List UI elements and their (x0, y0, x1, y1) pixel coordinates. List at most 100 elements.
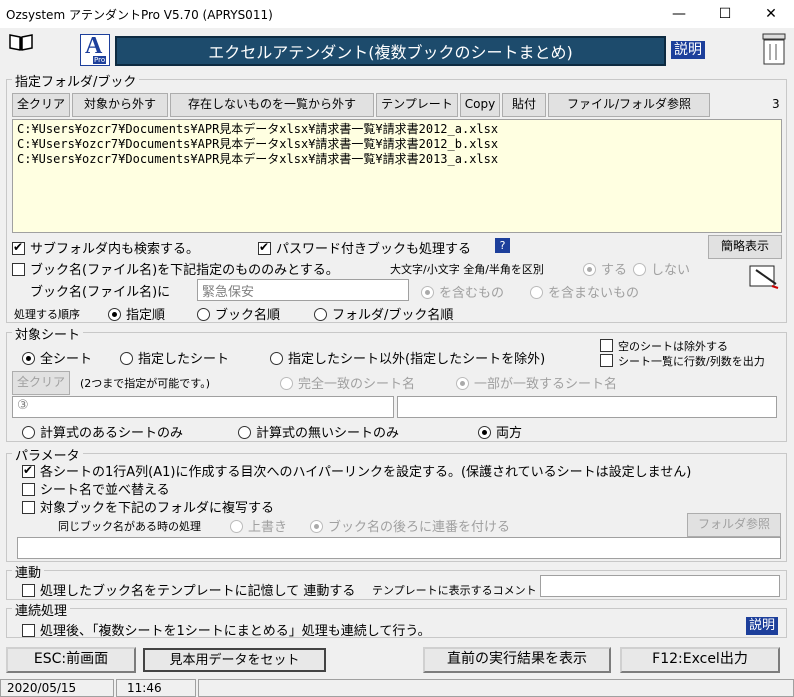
name-only-label: ブック名(ファイル名)を下記指定のもののみとする。 (30, 263, 339, 278)
checkbox-box[interactable] (600, 339, 613, 352)
order-folder-label: フォルダ/ブック名順 (332, 308, 454, 323)
sheet-clear-button[interactable]: 全クリア (12, 371, 70, 395)
copy-folder-input[interactable] (17, 537, 781, 559)
both-radio[interactable]: 両方 (478, 422, 522, 441)
checkbox-box[interactable] (12, 240, 25, 255)
list-item[interactable]: C:¥Users¥ozcr7¥Documents¥APR見本データxlsx¥請求… (17, 137, 777, 152)
name-only-checkbox[interactable]: ブック名(ファイル名)を下記指定のもののみとする。 (12, 259, 339, 278)
case-sensitive-label: 大文字/小文字 全角/半角を区別 (390, 263, 544, 276)
minimize-button[interactable]: — (656, 0, 702, 28)
specified-sheets-radio[interactable]: 指定したシート (120, 348, 229, 367)
radio-dot[interactable] (270, 352, 283, 365)
not-contains-label: を含まないもの (548, 286, 640, 301)
status-panel (198, 679, 794, 697)
append-serial-label: ブック名の後ろに連番を付ける (328, 520, 511, 535)
formula-only-radio[interactable]: 計算式のあるシートのみ (22, 422, 183, 441)
template-comment-input[interactable] (540, 575, 780, 597)
checkbox-box[interactable] (258, 240, 271, 255)
case-no-label: しない (651, 263, 691, 278)
order-specified-radio[interactable]: 指定順 (108, 304, 165, 323)
sheet-name-input-1[interactable]: ③ (12, 396, 394, 418)
copy-book-checkbox[interactable]: 対象ブックを下記のフォルダに複写する (22, 497, 274, 516)
pen-edit-icon[interactable] (748, 262, 780, 290)
sort-by-name-checkbox[interactable]: シート名で並べ替える (22, 479, 170, 498)
folder-browse-button[interactable]: フォルダ参照 (687, 513, 781, 537)
radio-dot[interactable] (478, 426, 491, 439)
remove-missing-button[interactable]: 存在しないものを一覧から外す (170, 93, 374, 117)
radio-dot[interactable] (456, 377, 469, 390)
exclude-empty-checkbox[interactable]: 空のシートは除外する (600, 338, 728, 354)
copy-button[interactable]: Copy (460, 93, 500, 117)
case-no-radio[interactable]: しない (633, 259, 690, 278)
radio-dot[interactable] (238, 426, 251, 439)
no-formula-only-radio[interactable]: 計算式の無いシートのみ (238, 422, 399, 441)
hyperlink-checkbox[interactable]: 各シートの1行A列(A1)に作成する目次へのハイパーリンクを設定する。(保護され… (22, 461, 691, 480)
radio-dot[interactable] (230, 520, 243, 533)
password-books-checkbox[interactable]: パスワード付きブックも処理する (258, 238, 471, 257)
not-contains-radio[interactable]: を含まないもの (530, 282, 639, 301)
subfolder-search-checkbox[interactable]: サブフォルダ内も検索する。 (12, 238, 199, 257)
checkbox-box[interactable] (22, 501, 35, 514)
all-sheets-label: 全シート (40, 352, 93, 367)
case-yes-radio[interactable]: する (583, 259, 627, 278)
radio-dot[interactable] (197, 308, 210, 321)
radio-dot[interactable] (633, 263, 646, 276)
radio-dot[interactable] (310, 520, 323, 533)
formula-only-label: 計算式のあるシートのみ (40, 426, 184, 441)
show-last-result-button[interactable]: 直前の実行結果を表示 (423, 647, 611, 673)
radio-dot[interactable] (314, 308, 327, 321)
clear-all-button[interactable]: 全クリア (12, 93, 70, 117)
append-serial-radio[interactable]: ブック名の後ろに連番を付ける (310, 516, 510, 535)
maximize-button[interactable]: ☐ (702, 0, 748, 28)
book-icon[interactable] (8, 32, 34, 52)
set-sample-data-button[interactable]: 見本用データをセット (143, 648, 326, 672)
question-help-icon[interactable]: ? (495, 238, 510, 253)
order-folder-radio[interactable]: フォルダ/ブック名順 (314, 304, 453, 323)
except-sheets-radio[interactable]: 指定したシート以外(指定したシートを除外) (270, 348, 545, 367)
template-button[interactable]: テンプレート (376, 93, 458, 117)
list-item[interactable]: C:¥Users¥ozcr7¥Documents¥APR見本データxlsx¥請求… (17, 122, 777, 137)
back-button[interactable]: ESC:前画面 (6, 647, 136, 673)
page-title-banner: エクセルアテンダント(複数ブックのシートまとめ) (115, 36, 666, 66)
paste-button[interactable]: 貼付 (502, 93, 546, 117)
continue-process-checkbox[interactable]: 処理後、「複数シートを1シートにまとめる」処理も連続して行う。 (22, 620, 431, 639)
checkbox-box[interactable] (600, 354, 613, 367)
both-label: 両方 (496, 426, 523, 441)
overwrite-radio[interactable]: 上書き (230, 516, 287, 535)
order-bookname-radio[interactable]: ブック名順 (197, 304, 280, 323)
checkbox-box[interactable] (12, 263, 25, 276)
radio-dot[interactable] (22, 426, 35, 439)
compact-view-button[interactable]: 簡略表示 (708, 235, 782, 259)
contains-label: を含むもの (439, 286, 505, 301)
close-button[interactable]: ✕ (748, 0, 794, 28)
radio-dot[interactable] (530, 286, 543, 299)
radio-dot[interactable] (22, 352, 35, 365)
radio-dot[interactable] (583, 263, 596, 276)
checkbox-box[interactable] (22, 624, 35, 637)
browse-file-folder-button[interactable]: ファイル/フォルダ参照 (548, 93, 710, 117)
remove-from-target-button[interactable]: 対象から外す (72, 93, 168, 117)
clip-icon[interactable] (762, 30, 786, 66)
file-list[interactable]: C:¥Users¥ozcr7¥Documents¥APR見本データxlsx¥請求… (12, 119, 782, 233)
partial-match-radio[interactable]: 一部が一致するシート名 (456, 373, 617, 392)
checkbox-box[interactable] (22, 584, 35, 597)
contains-radio[interactable]: を含むもの (421, 282, 504, 301)
list-item[interactable]: C:¥Users¥ozcr7¥Documents¥APR見本データxlsx¥請求… (17, 152, 777, 167)
all-sheets-radio[interactable]: 全シート (22, 348, 92, 367)
hyperlink-label: 各シートの1行A列(A1)に作成する目次へのハイパーリンクを設定する。(保護され… (40, 465, 692, 480)
help-button[interactable]: 説明 (671, 41, 705, 59)
book-name-input[interactable]: 緊急保安 (197, 279, 409, 301)
status-time: 11:46 (116, 679, 196, 697)
radio-dot[interactable] (280, 377, 293, 390)
radio-dot[interactable] (421, 286, 434, 299)
radio-dot[interactable] (120, 352, 133, 365)
sheet-name-input-2[interactable] (397, 396, 777, 418)
checkbox-box[interactable] (22, 483, 35, 496)
output-counts-checkbox[interactable]: シート一覧に行数/列数を出力 (600, 353, 765, 369)
radio-dot[interactable] (108, 308, 121, 321)
continuous-help-button[interactable]: 説明 (746, 617, 779, 635)
excel-output-button[interactable]: F12:Excel出力 (620, 647, 780, 673)
remember-template-checkbox[interactable]: 処理したブック名をテンプレートに記憶して 連動する (22, 580, 355, 599)
exact-match-radio[interactable]: 完全一致のシート名 (280, 373, 415, 392)
checkbox-box[interactable] (22, 463, 35, 478)
